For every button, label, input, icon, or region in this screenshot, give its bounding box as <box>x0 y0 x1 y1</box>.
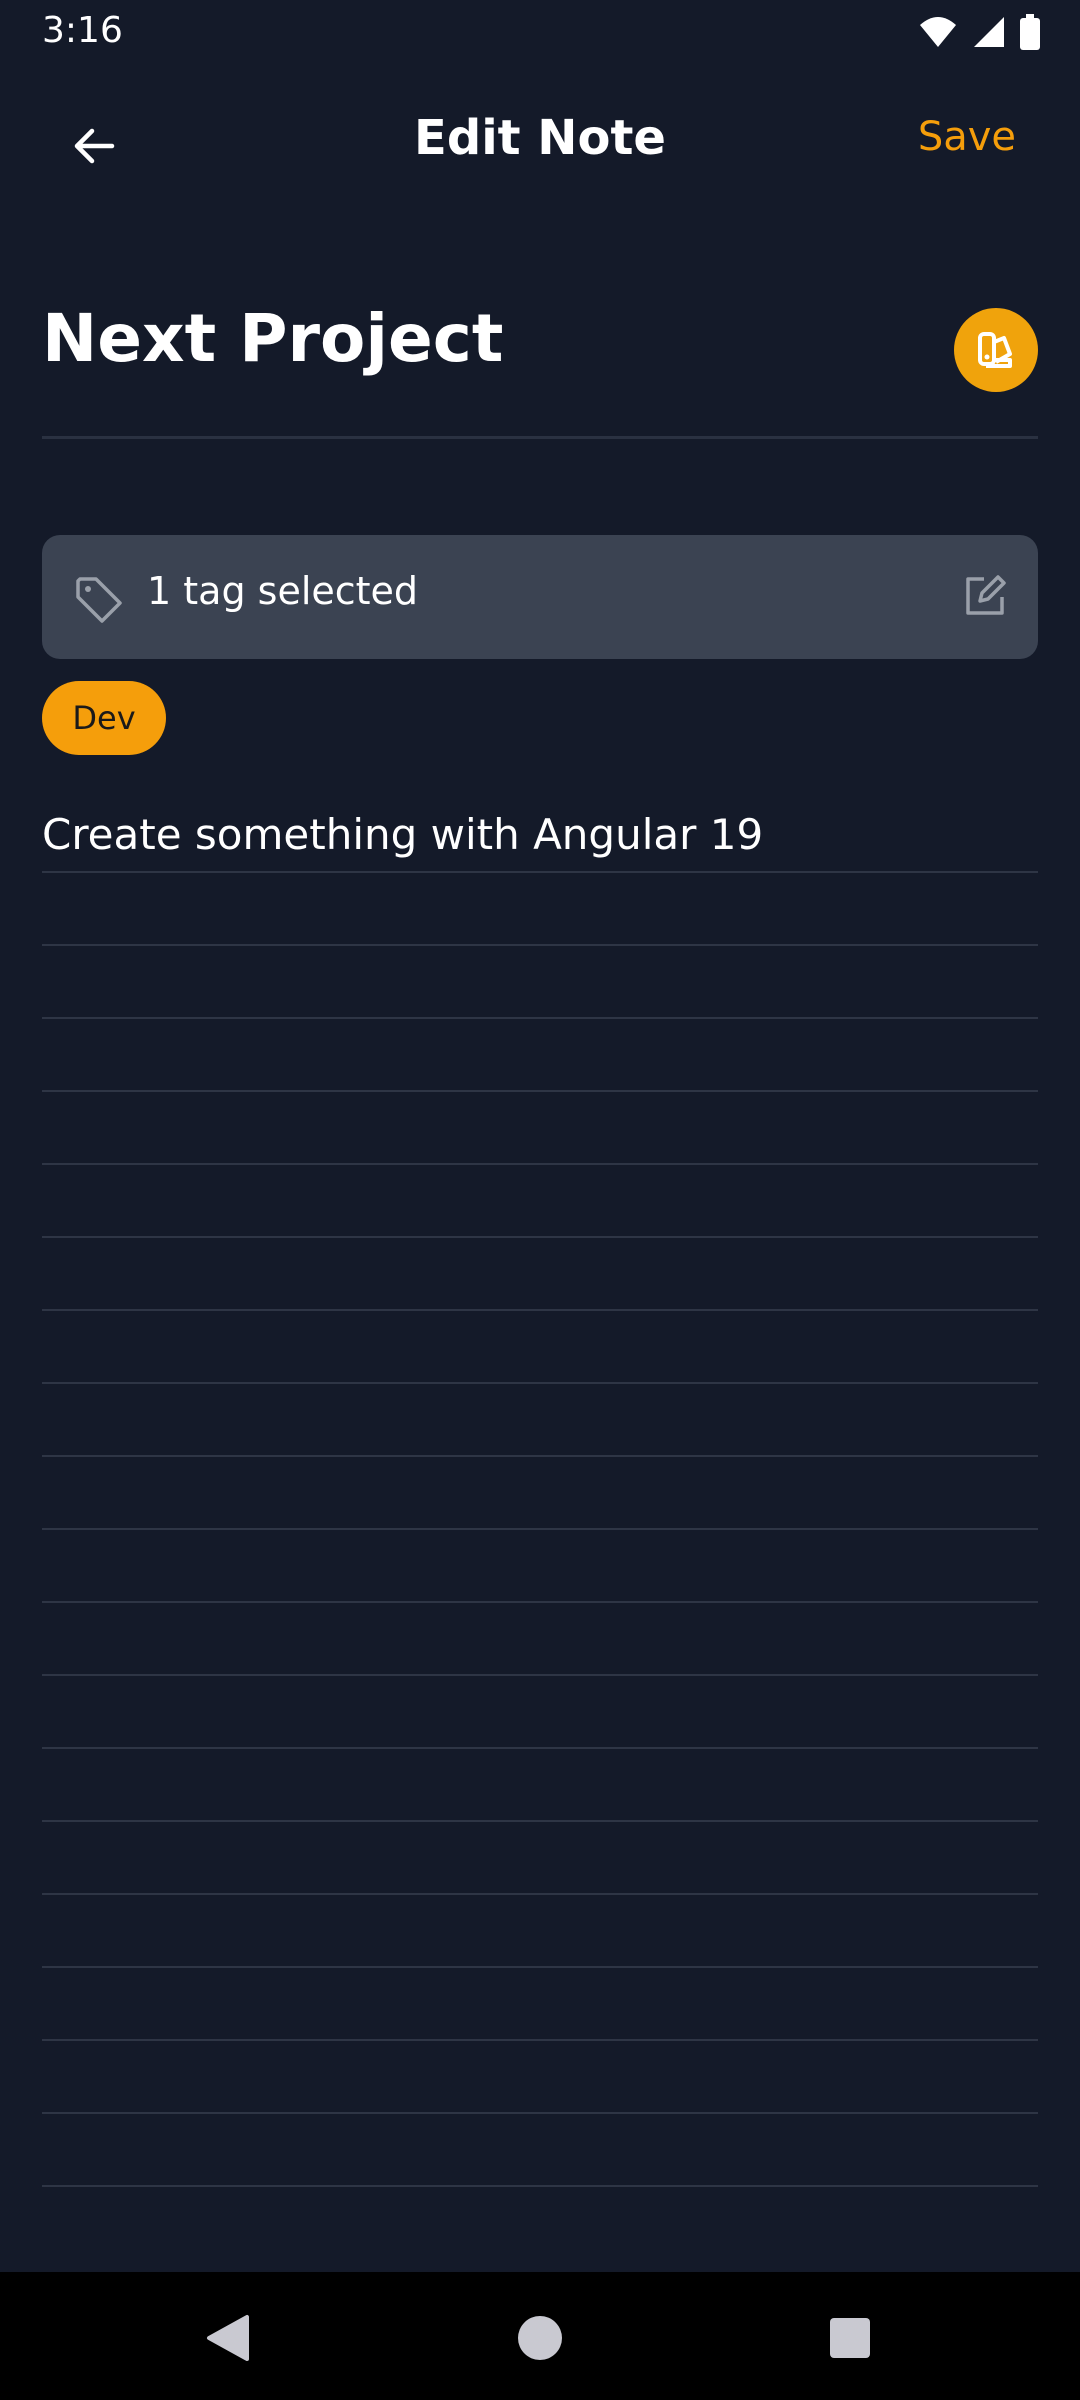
back-triangle-icon <box>207 2315 249 2361</box>
note-line <box>42 946 1038 1019</box>
top-app-bar: Edit Note Save <box>0 80 1080 200</box>
signal-icon <box>972 15 1006 53</box>
note-line <box>42 1822 1038 1895</box>
note-line <box>42 1457 1038 1530</box>
wifi-icon <box>918 15 958 53</box>
edit-icon[interactable] <box>962 573 1008 619</box>
note-line <box>42 1676 1038 1749</box>
note-line <box>42 1311 1038 1384</box>
recents-square-icon <box>830 2318 870 2358</box>
tag-selector[interactable]: 1 tag selected <box>42 535 1038 659</box>
save-button[interactable]: Save <box>918 114 1016 160</box>
note-line <box>42 1238 1038 1311</box>
note-title-input[interactable]: Next Project <box>42 300 503 377</box>
tag-chip-dev[interactable]: Dev <box>42 681 166 755</box>
nav-back-button[interactable] <box>200 2310 256 2366</box>
system-nav-bar <box>0 2272 1080 2400</box>
note-line <box>42 1092 1038 1165</box>
note-content-input[interactable]: Create something with Angular 19 <box>42 800 1038 2187</box>
status-icons <box>918 14 1040 54</box>
note-line <box>42 2041 1038 2114</box>
nav-home-button[interactable] <box>512 2310 568 2366</box>
home-circle-icon <box>518 2316 562 2360</box>
note-line <box>42 873 1038 946</box>
note-line: Create something with Angular 19 <box>42 800 1038 873</box>
nav-recents-button[interactable] <box>822 2310 878 2366</box>
tag-icon <box>76 577 122 623</box>
note-line <box>42 1019 1038 1092</box>
note-line <box>42 1968 1038 2041</box>
note-line <box>42 1603 1038 1676</box>
status-bar: 3:16 <box>0 0 1080 64</box>
title-divider <box>42 436 1038 439</box>
note-line <box>42 1895 1038 1968</box>
note-line <box>42 1384 1038 1457</box>
palette-icon <box>978 332 1012 368</box>
tag-selector-label: 1 tag selected <box>147 569 419 613</box>
battery-icon <box>1020 14 1040 54</box>
note-line <box>42 2114 1038 2187</box>
note-line <box>42 1165 1038 1238</box>
color-palette-button[interactable] <box>954 308 1038 392</box>
note-line <box>42 1749 1038 1822</box>
note-line <box>42 1530 1038 1603</box>
status-time: 3:16 <box>42 10 123 51</box>
